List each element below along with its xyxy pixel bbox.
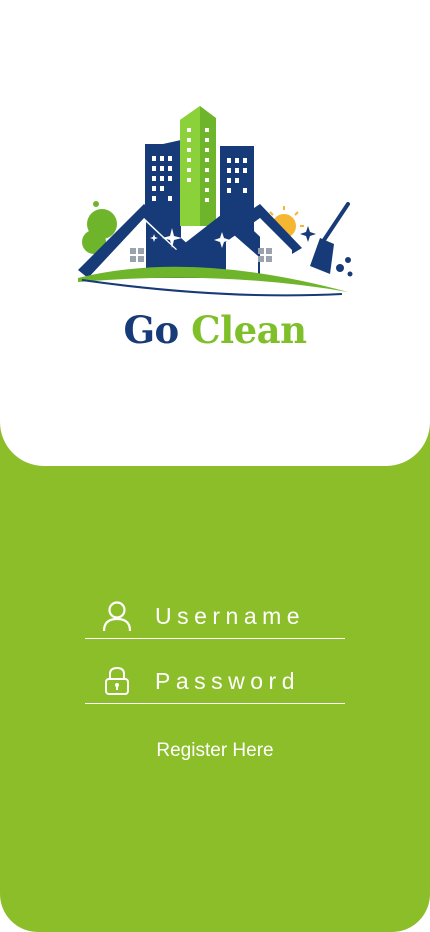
username-field[interactable]: [85, 594, 345, 639]
username-input[interactable]: [155, 602, 345, 630]
brand-name: Go Clean: [0, 304, 430, 356]
user-icon: [100, 599, 133, 633]
lock-icon: [100, 664, 133, 698]
login-screen: Go Clean Register Here: [0, 0, 430, 932]
brand-word-clean: Clean: [191, 308, 307, 352]
password-input[interactable]: [155, 667, 345, 695]
logo-panel: Go Clean: [0, 0, 430, 466]
brand-word-go: Go: [123, 308, 179, 352]
password-field[interactable]: [85, 659, 345, 704]
register-link[interactable]: Register Here: [0, 740, 430, 762]
